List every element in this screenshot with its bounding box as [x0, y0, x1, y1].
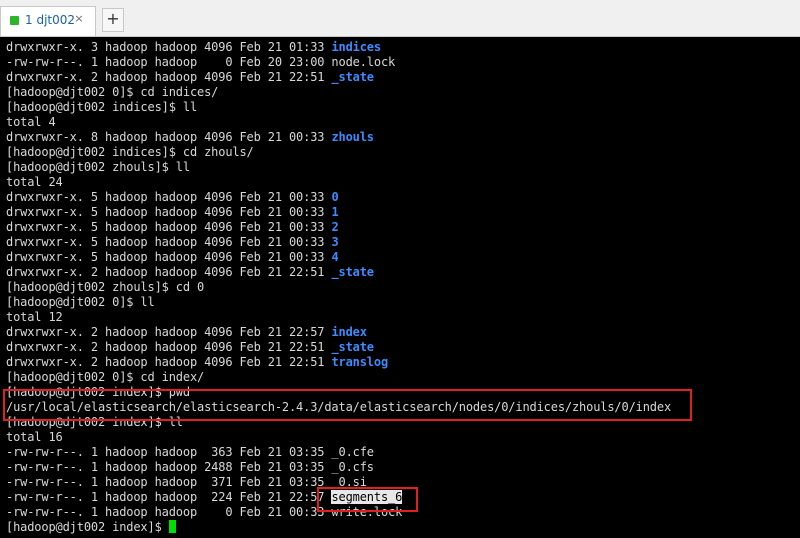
line-text: [hadoop@djt002 indices]$ ll — [6, 100, 198, 114]
line-text: drwxrwxr-x. 5 hadoop hadoop 4096 Feb 21 … — [6, 205, 332, 219]
terminal-line: drwxrwxr-x. 5 hadoop hadoop 4096 Feb 21 … — [6, 205, 339, 220]
terminal-line: drwxrwxr-x. 2 hadoop hadoop 4096 Feb 21 … — [6, 265, 374, 280]
tab-bar: 1 djt002 × + — [0, 0, 800, 37]
terminal-line: -rw-rw-r--. 1 hadoop hadoop 371 Feb 21 0… — [6, 475, 367, 490]
terminal-line: total 4 — [6, 115, 56, 130]
terminal-line: -rw-rw-r--. 1 hadoop hadoop 363 Feb 21 0… — [6, 445, 374, 460]
line-text: total 12 — [6, 310, 63, 324]
terminal-line: drwxrwxr-x. 5 hadoop hadoop 4096 Feb 21 … — [6, 220, 339, 235]
line-text: drwxrwxr-x. 5 hadoop hadoop 4096 Feb 21 … — [6, 250, 332, 264]
terminal-line: total 12 — [6, 310, 63, 325]
line-text: drwxrwxr-x. 5 hadoop hadoop 4096 Feb 21 … — [6, 220, 332, 234]
prompt-line[interactable]: [hadoop@djt002 index]$ — [6, 520, 176, 535]
new-tab-button[interactable]: + — [102, 8, 124, 32]
terminal-line: total 24 — [6, 175, 63, 190]
line-text: drwxrwxr-x. 5 hadoop hadoop 4096 Feb 21 … — [6, 190, 332, 204]
segments-highlight-box — [317, 487, 418, 512]
line-text: -rw-rw-r--. 1 hadoop hadoop 2488 Feb 21 … — [6, 460, 374, 474]
terminal-output[interactable]: drwxrwxr-x. 3 hadoop hadoop 4096 Feb 21 … — [0, 37, 800, 538]
line-text: drwxrwxr-x. 2 hadoop hadoop 4096 Feb 21 … — [6, 340, 332, 354]
line-text: drwxrwxr-x. 5 hadoop hadoop 4096 Feb 21 … — [6, 235, 332, 249]
terminal-line: drwxrwxr-x. 2 hadoop hadoop 4096 Feb 21 … — [6, 340, 374, 355]
directory-name: 3 — [331, 235, 339, 249]
directory-name: 1 — [331, 205, 339, 219]
line-text: [hadoop@djt002 zhouls]$ cd 0 — [6, 280, 205, 294]
line-text: [hadoop@djt002 0]$ ll — [6, 295, 155, 309]
connected-status-icon — [10, 16, 19, 25]
line-text: drwxrwxr-x. 2 hadoop hadoop 4096 Feb 21 … — [6, 355, 332, 369]
terminal-line: drwxrwxr-x. 2 hadoop hadoop 4096 Feb 21 … — [6, 325, 367, 340]
line-text: total 16 — [6, 430, 63, 444]
cursor — [168, 520, 176, 533]
directory-name: _state — [331, 265, 374, 279]
terminal-line: drwxrwxr-x. 5 hadoop hadoop 4096 Feb 21 … — [6, 190, 339, 205]
prompt-text: [hadoop@djt002 index]$ — [6, 520, 169, 534]
line-text: -rw-rw-r--. 1 hadoop hadoop 0 Feb 20 23:… — [6, 55, 396, 69]
line-text: [hadoop@djt002 zhouls]$ ll — [6, 160, 190, 174]
terminal-line: drwxrwxr-x. 5 hadoop hadoop 4096 Feb 21 … — [6, 250, 339, 265]
terminal-line: [hadoop@djt002 0]$ cd indices/ — [6, 85, 218, 100]
directory-name: zhouls — [331, 130, 374, 144]
terminal-line: total 16 — [6, 430, 63, 445]
terminal-line: [hadoop@djt002 indices]$ ll — [6, 100, 197, 115]
terminal-line: drwxrwxr-x. 2 hadoop hadoop 4096 Feb 21 … — [6, 355, 388, 370]
terminal-line: [hadoop@djt002 0]$ ll — [6, 295, 155, 310]
line-text: -rw-rw-r--. 1 hadoop hadoop 224 Feb 21 2… — [6, 490, 332, 504]
terminal-line: -rw-rw-r--. 1 hadoop hadoop 0 Feb 20 23:… — [6, 55, 395, 70]
terminal-line: drwxrwxr-x. 2 hadoop hadoop 4096 Feb 21 … — [6, 70, 374, 85]
line-text: drwxrwxr-x. 3 hadoop hadoop 4096 Feb 21 … — [6, 40, 332, 54]
terminal-line: drwxrwxr-x. 5 hadoop hadoop 4096 Feb 21 … — [6, 235, 339, 250]
directory-name: index — [331, 325, 367, 339]
terminal-line: drwxrwxr-x. 3 hadoop hadoop 4096 Feb 21 … — [6, 40, 381, 55]
line-text: -rw-rw-r--. 1 hadoop hadoop 363 Feb 21 0… — [6, 445, 374, 459]
directory-name: indices — [331, 40, 381, 54]
line-text: [hadoop@djt002 0]$ cd indices/ — [6, 85, 219, 99]
line-text: -rw-rw-r--. 1 hadoop hadoop 371 Feb 21 0… — [6, 475, 367, 489]
terminal-line: [hadoop@djt002 0]$ cd index/ — [6, 370, 204, 385]
directory-name: 2 — [331, 220, 339, 234]
terminal-line: drwxrwxr-x. 8 hadoop hadoop 4096 Feb 21 … — [6, 130, 374, 145]
line-text: drwxrwxr-x. 2 hadoop hadoop 4096 Feb 21 … — [6, 325, 332, 339]
terminal-line: [hadoop@djt002 zhouls]$ cd 0 — [6, 280, 204, 295]
terminal-line: -rw-rw-r--. 1 hadoop hadoop 2488 Feb 21 … — [6, 460, 374, 475]
line-text: [hadoop@djt002 0]$ cd index/ — [6, 370, 205, 384]
terminal-line: [hadoop@djt002 zhouls]$ ll — [6, 160, 190, 175]
directory-name: 4 — [331, 250, 339, 264]
directory-name: _state — [331, 340, 374, 354]
line-text: drwxrwxr-x. 8 hadoop hadoop 4096 Feb 21 … — [6, 130, 332, 144]
terminal-line: [hadoop@djt002 indices]$ cd zhouls/ — [6, 145, 254, 160]
line-text: total 24 — [6, 175, 63, 189]
line-text: drwxrwxr-x. 2 hadoop hadoop 4096 Feb 21 … — [6, 265, 332, 279]
directory-name: _state — [331, 70, 374, 84]
close-icon[interactable]: × — [72, 12, 86, 26]
tab-label: 1 djt002 — [25, 13, 76, 27]
line-text: drwxrwxr-x. 2 hadoop hadoop 4096 Feb 21 … — [6, 70, 332, 84]
line-text: total 4 — [6, 115, 56, 129]
directory-name: translog — [331, 355, 389, 369]
directory-name: 0 — [331, 190, 339, 204]
line-text: [hadoop@djt002 indices]$ cd zhouls/ — [6, 145, 254, 159]
pwd-highlight-box — [3, 389, 692, 421]
tab-session-djt002[interactable]: 1 djt002 × — [0, 6, 96, 36]
